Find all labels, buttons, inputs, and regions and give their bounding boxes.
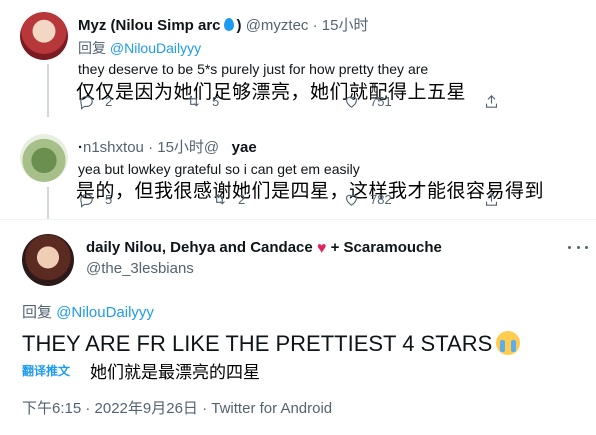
reply-button[interactable]: 2 (78, 93, 112, 110)
replying-to: 回复 @NilouDailyyy (78, 40, 202, 56)
more-icon[interactable] (568, 244, 588, 250)
share-icon (485, 95, 498, 108)
tweet-timestamp: 下午6:15 · 2022年9月26日 · Twitter for Androi… (22, 400, 333, 417)
like-button[interactable]: 782 (343, 191, 392, 208)
tweet-1-header: Myz (Nilou Simp arc) @myztec · 15小时 (78, 17, 369, 34)
water-drop-icon (223, 18, 234, 31)
heart-emoji-icon: ♥ (316, 240, 327, 257)
tweet-time[interactable]: · 15小时 (313, 17, 369, 34)
reply-count: 5 (105, 192, 113, 207)
mention-link[interactable]: @NilouDailyyy (56, 304, 154, 321)
reply-icon (80, 95, 93, 110)
share-button[interactable] (483, 191, 510, 208)
avatar-myztec[interactable] (20, 12, 68, 60)
thread-line (47, 187, 49, 219)
reply-icon (80, 193, 93, 208)
thread-line (47, 64, 49, 117)
like-count: 751 (370, 94, 392, 109)
heart-icon (345, 194, 358, 206)
retweet-count: 2 (238, 192, 246, 207)
display-name[interactable]: daily Nilou, Dehya and Candace (86, 239, 313, 256)
retweet-icon (188, 96, 199, 107)
main-tweet-header: daily Nilou, Dehya and Candace ♥ + Scara… (86, 239, 442, 257)
heart-icon (345, 96, 358, 108)
tweet-1-actions: 2 5 751 (78, 93, 508, 113)
avatar-the-3lesbians[interactable] (22, 234, 74, 286)
translate-tweet-link[interactable]: 翻译推文 (22, 362, 70, 379)
mention-link[interactable]: @NilouDailyyy (110, 40, 201, 56)
retweet-button[interactable]: 5 (185, 93, 219, 110)
tweet-2-actions: 5 2 782 (78, 191, 508, 211)
crying-face-icon (496, 331, 521, 355)
tweet-text: yea but lowkey grateful so i can get em … (78, 161, 360, 177)
share-button[interactable] (483, 93, 510, 110)
replying-to: 回复 @NilouDailyyy (22, 304, 154, 321)
user-handle[interactable]: @the_3lesbians (86, 260, 194, 277)
reply-button[interactable]: 5 (78, 191, 112, 208)
tweet-text: they deserve to be 5*s purely just for h… (78, 61, 429, 77)
reply-count: 2 (105, 94, 113, 109)
main-tweet-text: THEY ARE FR LIKE THE PRETTIEST 4 STARS (22, 331, 521, 357)
like-button[interactable]: 751 (343, 93, 392, 110)
avatar-n1shxtou[interactable] (20, 134, 68, 182)
share-icon (485, 193, 498, 206)
tweet-2-header: ·⁧ yae ⁧ ⁧ @n1shxtou · 15小时 (78, 136, 261, 157)
tweet-time[interactable]: · 15小时 (148, 139, 204, 156)
retweet-icon (214, 194, 225, 205)
user-handle[interactable]: @myztec (246, 17, 309, 34)
display-name[interactable]: Myz (Nilou Simp arc (78, 17, 221, 34)
retweet-button[interactable]: 2 (211, 191, 245, 208)
tweet-source-link[interactable]: Twitter for Android (211, 400, 332, 417)
like-count: 782 (370, 192, 392, 207)
main-tweet-translation: 她们就是最漂亮的四星 (90, 363, 260, 383)
retweet-count: 5 (212, 94, 220, 109)
